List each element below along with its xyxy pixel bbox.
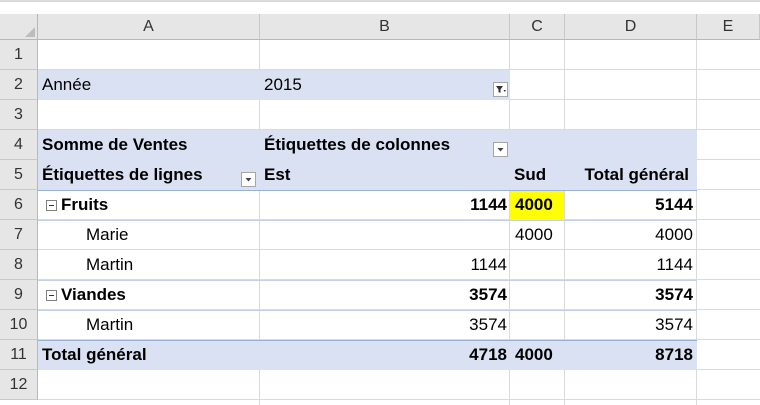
column-header-d[interactable]: D <box>565 14 697 40</box>
grand-total-sud[interactable]: 4000 <box>515 340 563 370</box>
marie-est[interactable] <box>260 220 507 250</box>
ribbon-edge <box>0 0 760 14</box>
martin-total[interactable]: 1144 <box>565 250 693 280</box>
chevron-down-icon <box>245 178 252 182</box>
pivot-column-labels[interactable]: Étiquettes de colonnes <box>264 130 489 160</box>
martin-2-total[interactable]: 3574 <box>565 310 693 340</box>
martin-est[interactable]: 1144 <box>260 250 507 280</box>
pivot-values-label[interactable]: Somme de Ventes <box>42 130 257 160</box>
column-header-c[interactable]: C <box>510 14 565 40</box>
column-header-e[interactable]: E <box>697 14 760 40</box>
row-header-1[interactable]: 1 <box>0 40 38 70</box>
row-header-12[interactable]: 12 <box>0 370 38 400</box>
filter-label[interactable]: Année <box>42 70 252 100</box>
pivot-row-labels[interactable]: Étiquettes de lignes <box>42 160 242 190</box>
column-header-a[interactable]: A <box>38 14 260 40</box>
collapse-viandes-icon[interactable] <box>46 290 57 301</box>
filter-value[interactable]: 2015 <box>264 70 484 100</box>
col-header-total[interactable]: Total général <box>565 160 689 190</box>
row-label-martin-2[interactable]: Martin <box>86 310 256 340</box>
collapse-fruits-icon[interactable] <box>46 200 57 211</box>
column-labels-dropdown[interactable] <box>493 142 508 157</box>
col-header-sud[interactable]: Sud <box>514 160 562 190</box>
row-header-2[interactable]: 2 <box>0 70 38 100</box>
filter-dropdown-button[interactable] <box>493 82 508 97</box>
marie-total[interactable]: 4000 <box>565 220 693 250</box>
row-label-fruits[interactable]: Fruits <box>61 190 256 220</box>
martin-2-est[interactable]: 3574 <box>260 310 507 340</box>
column-header-b[interactable]: B <box>260 14 510 40</box>
viandes-total[interactable]: 3574 <box>565 280 693 310</box>
martin-2-sud[interactable] <box>515 310 563 340</box>
martin-sud[interactable] <box>515 250 563 280</box>
viandes-est[interactable]: 3574 <box>260 280 507 310</box>
row-label-marie[interactable]: Marie <box>86 220 256 250</box>
fruits-total[interactable]: 5144 <box>565 190 693 220</box>
grand-total-label[interactable]: Total général <box>42 340 257 370</box>
row-header-5[interactable]: 5 <box>0 160 38 190</box>
row-label-viandes[interactable]: Viandes <box>61 280 256 310</box>
col-header-est[interactable]: Est <box>264 160 504 190</box>
chevron-down-icon <box>497 148 504 152</box>
viandes-sud[interactable] <box>515 280 563 310</box>
fruits-sud-highlighted[interactable]: 4000 <box>510 191 564 220</box>
row-header-4[interactable]: 4 <box>0 130 38 160</box>
row-header-6[interactable]: 6 <box>0 190 38 220</box>
grand-total-est[interactable]: 4718 <box>260 340 507 370</box>
row-labels-dropdown[interactable] <box>241 172 256 187</box>
row-header-9[interactable]: 9 <box>0 280 38 310</box>
grid-line <box>38 399 760 400</box>
row-header-3[interactable]: 3 <box>0 100 38 130</box>
filter-funnel-icon <box>496 86 506 93</box>
marie-sud[interactable]: 4000 <box>515 220 563 250</box>
select-all-corner[interactable] <box>0 14 38 40</box>
row-header-10[interactable]: 10 <box>0 310 38 340</box>
row-label-martin[interactable]: Martin <box>86 250 256 280</box>
spreadsheet: A B C D E 1 2 3 4 5 6 7 8 9 10 11 12 Ann… <box>0 0 760 405</box>
row-header-7[interactable]: 7 <box>0 220 38 250</box>
row-header-11[interactable]: 11 <box>0 340 38 370</box>
grand-total-total[interactable]: 8718 <box>565 340 693 370</box>
fruits-est[interactable]: 1144 <box>260 190 507 220</box>
row-header-8[interactable]: 8 <box>0 250 38 280</box>
